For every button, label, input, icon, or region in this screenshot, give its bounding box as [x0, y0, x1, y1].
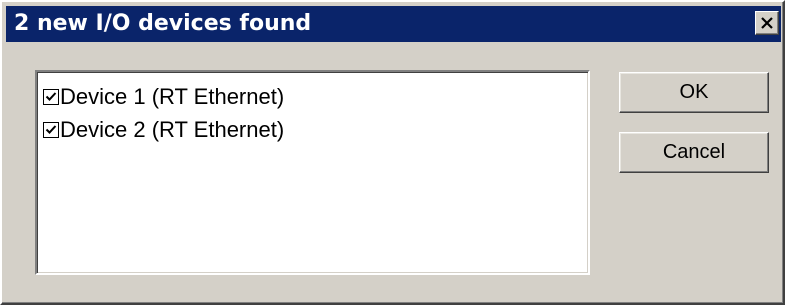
close-button[interactable]	[755, 11, 779, 35]
device-2-label: Device 2 (RT Ethernet)	[60, 117, 285, 142]
device-1-label: Device 1 (RT Ethernet)	[60, 84, 285, 109]
dialog-title: 2 new I/O devices found	[14, 11, 312, 36]
checkmark-icon	[45, 125, 57, 134]
checkmark-icon	[45, 92, 57, 101]
device-list-item-2[interactable]: Device 2 (RT Ethernet)	[43, 116, 284, 144]
device-2-checkbox[interactable]	[43, 122, 59, 138]
device-list[interactable]: Device 1 (RT Ethernet) Device 2 (RT Ethe…	[35, 70, 590, 275]
title-bar: 2 new I/O devices found	[6, 6, 781, 42]
ok-button[interactable]: OK	[619, 72, 769, 113]
device-list-item-1[interactable]: Device 1 (RT Ethernet)	[43, 83, 284, 111]
device-1-checkbox[interactable]	[43, 89, 59, 105]
new-devices-dialog: 2 new I/O devices found Device 1 (RT Eth…	[0, 0, 785, 305]
cancel-button[interactable]: Cancel	[619, 132, 769, 173]
close-icon	[761, 17, 773, 29]
